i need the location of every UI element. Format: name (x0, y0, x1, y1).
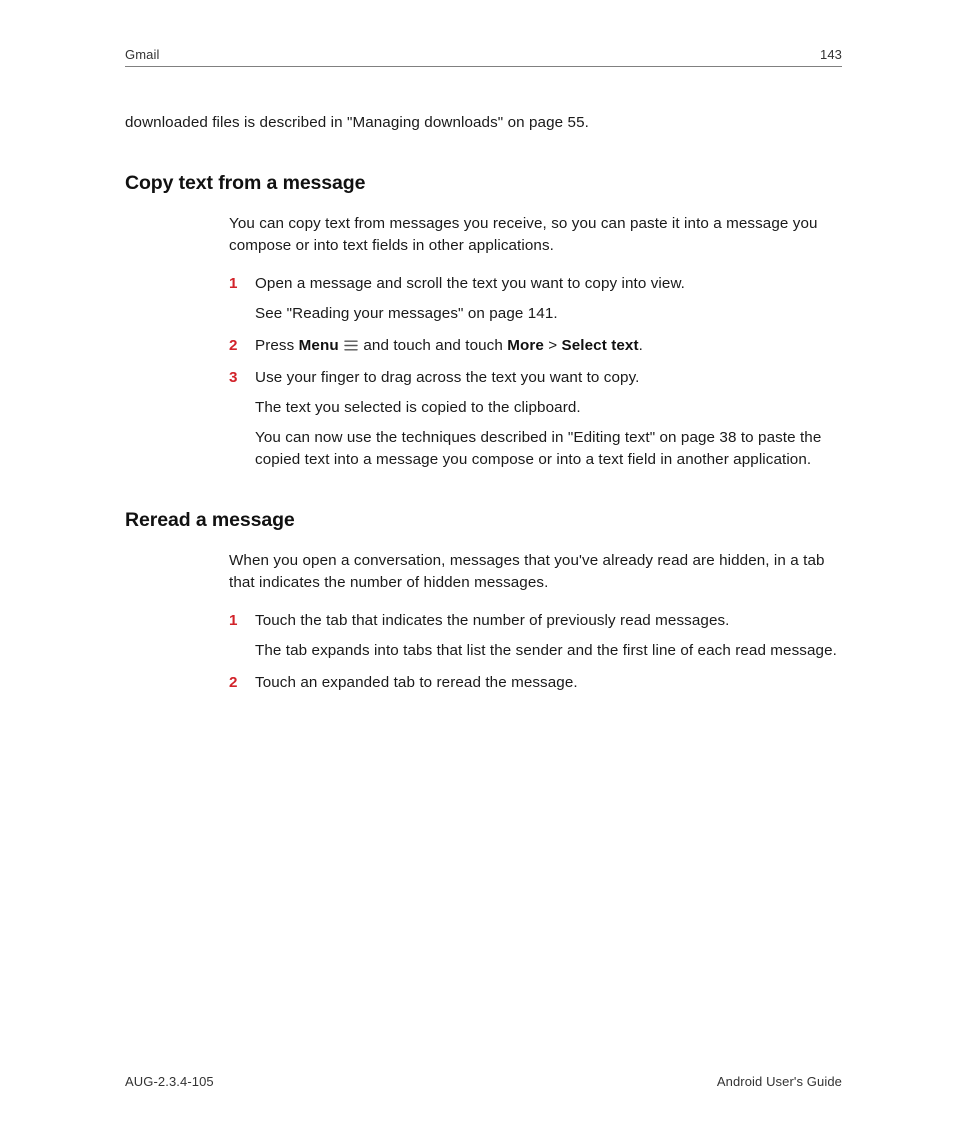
footer-doc-id: AUG-2.3.4-105 (125, 1074, 214, 1089)
breadcrumb-separator: > (544, 337, 562, 354)
step-sub: You can now use the techniques described… (255, 427, 842, 471)
heading-copy-text: Copy text from a message (125, 172, 842, 195)
header-page-number: 143 (820, 47, 842, 62)
step-marker: 2 (229, 672, 238, 694)
step-marker: 2 (229, 335, 238, 357)
footer-doc-title: Android User's Guide (717, 1074, 842, 1089)
section2-intro: When you open a conversation, messages t… (229, 550, 842, 594)
step-text: Touch the tab that indicates the number … (255, 612, 730, 629)
running-header: Gmail 143 (125, 47, 842, 62)
step-text: Open a message and scroll the text you w… (255, 275, 685, 292)
page: Gmail 143 downloaded files is described … (0, 0, 954, 1145)
step-sub: See "Reading your messages" on page 141. (255, 303, 842, 325)
step: 2 Press Menu and touch and touch More > … (229, 335, 842, 357)
step-sub: The tab expands into tabs that list the … (255, 640, 842, 662)
text-fragment: . (639, 337, 643, 354)
more-label: More (507, 337, 544, 354)
step-marker: 1 (229, 273, 238, 295)
step: 1 Open a message and scroll the text you… (229, 273, 842, 325)
step: 2 Touch an expanded tab to reread the me… (229, 672, 842, 694)
section1-steps: 1 Open a message and scroll the text you… (229, 273, 842, 471)
header-rule (125, 66, 842, 67)
continuation-paragraph: downloaded files is described in "Managi… (125, 112, 842, 134)
menu-label: Menu (299, 337, 339, 354)
step-text: Press Menu and touch and touch More > Se… (255, 337, 643, 354)
step: 3 Use your finger to drag across the tex… (229, 367, 842, 471)
heading-reread: Reread a message (125, 509, 842, 532)
step-text: Use your finger to drag across the text … (255, 369, 639, 386)
page-content: downloaded files is described in "Managi… (125, 100, 842, 704)
select-text-label: Select text (562, 337, 639, 354)
section1-intro: You can copy text from messages you rece… (229, 213, 842, 257)
step-sub: The text you selected is copied to the c… (255, 397, 842, 419)
step-text: Touch an expanded tab to reread the mess… (255, 674, 578, 691)
header-section: Gmail (125, 47, 159, 62)
text-fragment: Press (255, 337, 299, 354)
menu-icon (344, 340, 358, 351)
section2-steps: 1 Touch the tab that indicates the numbe… (229, 610, 842, 694)
step-marker: 1 (229, 610, 238, 632)
running-footer: AUG-2.3.4-105 Android User's Guide (125, 1074, 842, 1089)
step: 1 Touch the tab that indicates the numbe… (229, 610, 842, 662)
step-marker: 3 (229, 367, 238, 389)
text-fragment: and touch and touch (359, 337, 507, 354)
